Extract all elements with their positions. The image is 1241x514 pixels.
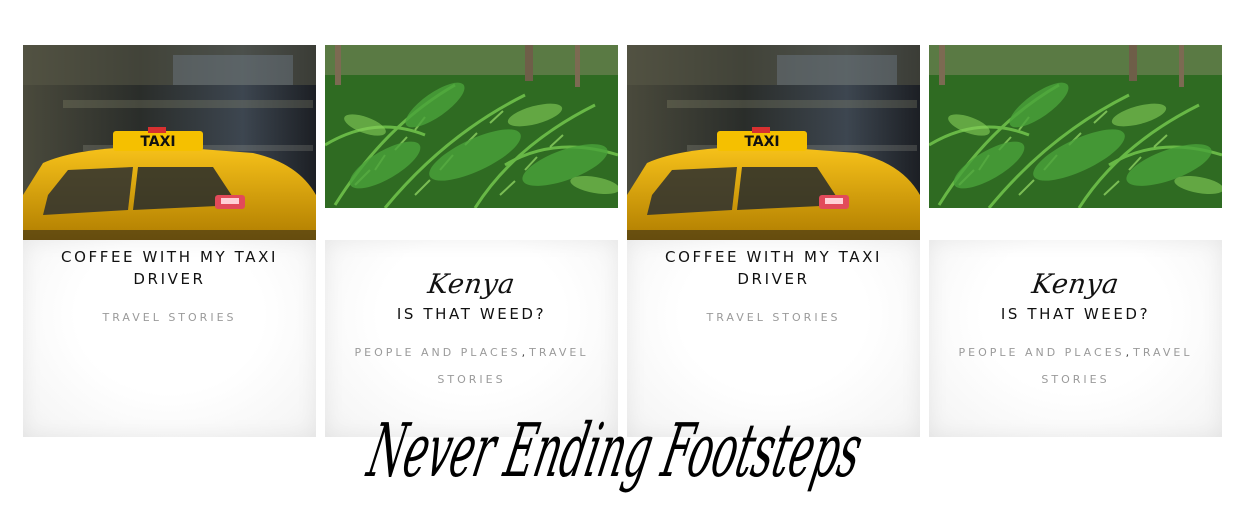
post-thumbnail-taxi[interactable]: TAXI <box>23 45 316 240</box>
category-link[interactable]: PEOPLE AND PLACES <box>959 346 1125 359</box>
post-grid: TAXI COFFEE WITH MY TAXI DRIVER TRAVEL S… <box>23 45 1222 437</box>
page: TAXI COFFEE WITH MY TAXI DRIVER TRAVEL S… <box>0 0 1241 514</box>
site-logo-text: Never Ending Footsteps <box>360 408 869 494</box>
site-logo[interactable]: Never Ending Footsteps <box>360 396 880 501</box>
category-link[interactable]: TRAVEL STORIES <box>706 311 840 324</box>
post-title[interactable]: IS THAT WEED? <box>325 303 618 325</box>
site-logo-signature: Never Ending Footsteps <box>360 408 869 494</box>
taxi-photo: TAXI <box>627 45 920 240</box>
category-separator: , <box>521 346 526 359</box>
post-card[interactable]: Kenya IS THAT WEED? PEOPLE AND PLACES, TR… <box>325 45 618 437</box>
post-card-body: Kenya IS THAT WEED? PEOPLE AND PLACES, TR… <box>929 240 1222 437</box>
post-card[interactable]: Kenya IS THAT WEED? PEOPLE AND PLACES, TR… <box>929 45 1222 437</box>
post-title[interactable]: IS THAT WEED? <box>929 303 1222 325</box>
post-title[interactable]: COFFEE WITH MY TAXI DRIVER <box>627 240 920 290</box>
taxi-photo: TAXI <box>23 45 316 240</box>
post-card[interactable]: TAXI COFFEE WITH MY TAXI DRIVER TRAVEL S… <box>23 45 316 437</box>
post-thumbnail-fern[interactable] <box>325 45 618 208</box>
location-tag[interactable]: Kenya <box>426 269 517 300</box>
post-categories: PEOPLE AND PLACES, TRAVEL STORIES <box>325 339 618 393</box>
fern-photo <box>929 45 1222 208</box>
taxi-sign-text: TAXI <box>744 134 779 150</box>
post-thumbnail-fern[interactable] <box>929 45 1222 208</box>
post-categories: TRAVEL STORIES <box>627 304 920 331</box>
location-tag[interactable]: Kenya <box>1030 269 1121 300</box>
category-separator: , <box>1125 346 1130 359</box>
post-thumbnail-taxi[interactable]: TAXI <box>627 45 920 240</box>
post-categories: PEOPLE AND PLACES, TRAVEL STORIES <box>929 339 1222 393</box>
category-link[interactable]: PEOPLE AND PLACES <box>355 346 521 359</box>
taxi-sign-text: TAXI <box>140 134 175 150</box>
post-card-body: COFFEE WITH MY TAXI DRIVER TRAVEL STORIE… <box>23 240 316 437</box>
fern-photo <box>325 45 618 208</box>
post-card[interactable]: TAXI COFFEE WITH MY TAXI DRIVER TRAVEL S… <box>627 45 920 437</box>
post-title[interactable]: COFFEE WITH MY TAXI DRIVER <box>23 240 316 290</box>
category-link[interactable]: TRAVEL STORIES <box>102 311 236 324</box>
post-categories: TRAVEL STORIES <box>23 304 316 331</box>
